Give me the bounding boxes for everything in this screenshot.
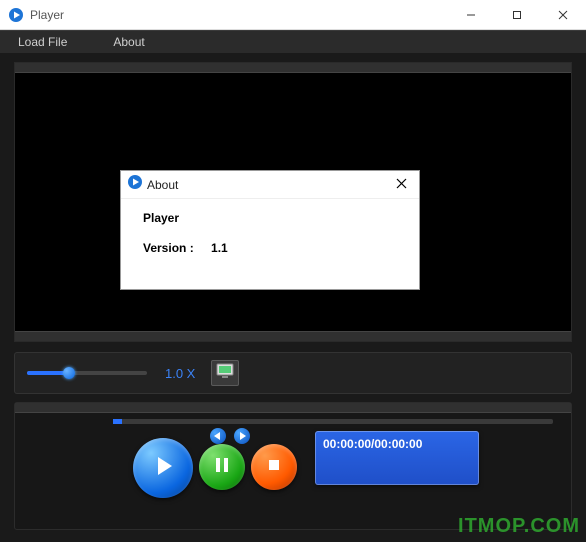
time-display: 00:00:00/00:00:00 [315, 431, 479, 485]
pause-icon [212, 455, 232, 480]
menu-about[interactable]: About [113, 35, 144, 49]
about-dialog-titlebar: About [121, 171, 419, 199]
watermark-text: ITMOP.COM [458, 515, 580, 538]
stop-icon [265, 456, 283, 479]
about-product-name: Player [143, 211, 397, 225]
step-forward-button[interactable] [234, 428, 250, 444]
about-dialog-close-button[interactable] [389, 176, 413, 194]
triangle-right-icon [238, 427, 246, 445]
window-titlebar: Player [0, 0, 586, 30]
screen-export-icon [216, 363, 234, 384]
pause-button[interactable] [199, 444, 245, 490]
menubar: Load File About [0, 30, 586, 54]
transport-panel: 00:00:00/00:00:00 [14, 402, 572, 530]
step-back-button[interactable] [210, 428, 226, 444]
window-controls [448, 0, 586, 29]
about-dialog-icon [127, 174, 143, 195]
speed-slider-thumb[interactable] [63, 367, 75, 379]
speed-panel: 1.0 X [14, 352, 572, 394]
speed-value-label: 1.0 X [165, 366, 195, 381]
about-dialog: About Player Version : 1.1 [120, 170, 420, 290]
progress-bar[interactable] [113, 419, 553, 424]
play-button[interactable] [133, 438, 193, 498]
menu-load-file[interactable]: Load File [18, 35, 67, 49]
play-icon [150, 453, 176, 484]
about-version-label: Version : [143, 241, 194, 255]
about-dialog-title: About [147, 178, 389, 192]
maximize-button[interactable] [494, 0, 540, 29]
speed-slider[interactable] [27, 371, 147, 375]
window-title: Player [30, 8, 448, 22]
about-version-row: Version : 1.1 [143, 241, 397, 255]
stop-button[interactable] [251, 444, 297, 490]
close-button[interactable] [540, 0, 586, 29]
minimize-button[interactable] [448, 0, 494, 29]
video-area-top-border [15, 63, 571, 73]
close-icon [396, 176, 407, 193]
snapshot-button[interactable] [211, 360, 239, 386]
about-version-value: 1.1 [211, 241, 228, 255]
app-icon [8, 7, 24, 23]
video-area-bottom-border [15, 331, 571, 341]
time-text: 00:00:00/00:00:00 [323, 437, 422, 451]
player-body: 1.0 X [0, 54, 586, 542]
transport-top-border [15, 403, 571, 413]
progress-fill [113, 419, 122, 424]
triangle-left-icon [214, 427, 222, 445]
about-dialog-body: Player Version : 1.1 [121, 199, 419, 267]
